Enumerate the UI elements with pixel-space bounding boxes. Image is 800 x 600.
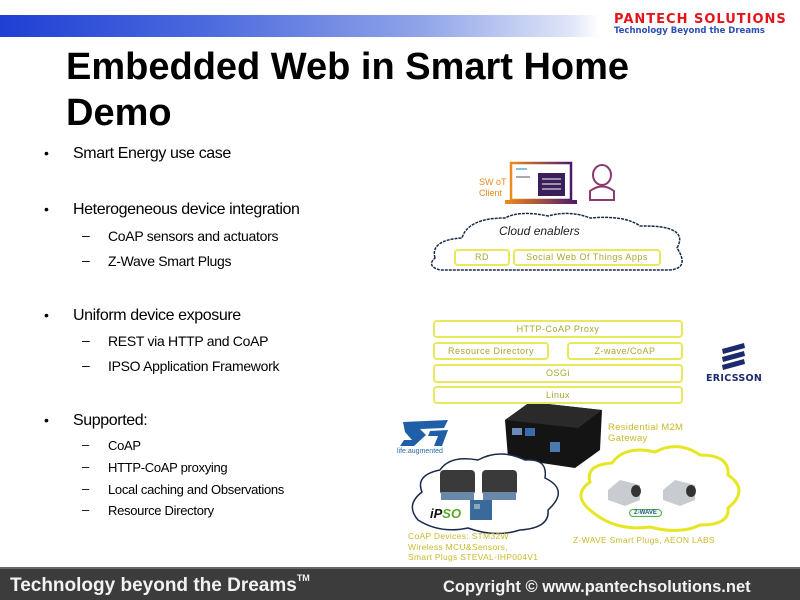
st-tagline: life.augmented: [397, 448, 443, 455]
user-icon: [589, 164, 615, 201]
footer-bar: Technology beyond the DreamsTM Copyright…: [0, 567, 800, 600]
st-logo: [400, 420, 448, 446]
cloud-enablers-title: Cloud enablers: [499, 224, 580, 238]
swot-client-label: SW oT Client: [479, 177, 507, 199]
gateway-label-line2: Gateway: [608, 433, 648, 444]
zwave-coap-box: Z-wave/CoAP: [567, 342, 683, 360]
linux-box: Linux: [433, 386, 683, 404]
architecture-diagram: iPSO: [400, 161, 745, 535]
coap-caption-line: Wireless MCU&Sensors,: [408, 541, 508, 552]
zwave-devices-cloud: [579, 445, 741, 532]
zwave-alliance-logo: Z-WAVE: [629, 509, 662, 517]
footer-tagline-text: Technology beyond the Dreams: [10, 575, 297, 596]
coap-devices-caption: CoAP Devices: STM32W Wireless MCU&Sensor…: [408, 531, 538, 563]
swot-client-line1: SW oT: [479, 177, 507, 187]
swot-apps-box: Social Web Of Things Apps: [513, 249, 661, 266]
ericsson-wordmark: ERICSSON: [706, 373, 763, 384]
ericsson-logo: [722, 343, 745, 370]
osgi-box: OSGi: [433, 364, 683, 383]
laptop-icon: [505, 161, 577, 204]
gateway-label-line1: Residential M2M: [608, 422, 684, 433]
resource-directory-box: Resource Directory: [433, 342, 549, 360]
footer-tagline: Technology beyond the DreamsTM: [10, 573, 310, 597]
gateway-label: Residential M2M Gateway: [608, 422, 683, 444]
coap-caption-line: CoAP Devices: STM32W: [408, 531, 509, 541]
swot-client-line2: Client: [479, 188, 503, 198]
trademark-mark: TM: [296, 573, 310, 583]
http-coap-proxy-box: HTTP-CoAP Proxy: [433, 320, 683, 338]
rd-box: RD: [454, 249, 510, 266]
zwave-caption: Z-WAVE Smart Plugs, AEON LABS: [573, 535, 715, 545]
sensor-board-image: [470, 500, 492, 520]
footer-copyright: Copyright © www.pantechsolutions.net: [443, 578, 751, 596]
ipso-logo: iPSO: [430, 506, 461, 521]
coap-caption-line: Smart Plugs STEVAL-IHP004V1: [408, 552, 539, 562]
